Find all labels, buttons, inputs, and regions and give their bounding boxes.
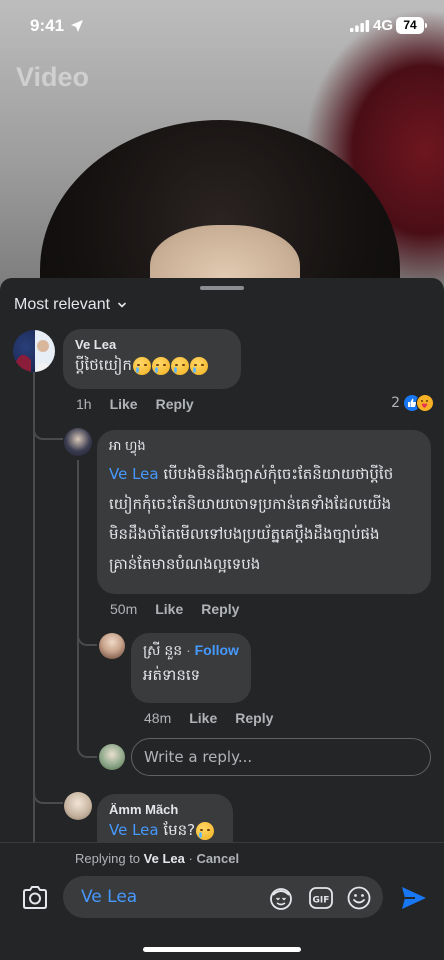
signal-bars-icon (350, 20, 370, 32)
avatar-sticker-icon[interactable] (268, 885, 294, 911)
reaction-count: 2 (391, 395, 400, 411)
comment-text-body: មែន? (158, 821, 196, 839)
thread-connector (33, 398, 63, 440)
comment-time: 50m (110, 601, 138, 617)
gif-icon[interactable]: GIF (308, 885, 334, 911)
avatar[interactable] (13, 330, 55, 372)
replying-to-name: Ve Lea (143, 851, 185, 866)
comment-input[interactable]: Ve Lea (63, 876, 383, 918)
emoji-icon[interactable] (346, 885, 372, 911)
reply-input-placeholder: Write a reply... (144, 748, 253, 766)
video-label: Video (16, 62, 90, 92)
crying-emoji (196, 821, 215, 840)
comment-bubble[interactable]: អា ហ្វុង Ve Lea បើបងមិនដឹងច្បាស់កុំចេះតែ… (97, 430, 431, 594)
comment-author[interactable]: Ve Lea (75, 337, 229, 352)
home-indicator (143, 947, 301, 952)
sheet-drag-handle[interactable] (200, 286, 244, 290)
crying-emoji (132, 356, 151, 375)
status-bar: 9:41 4G 74 (0, 0, 444, 52)
avatar[interactable] (99, 633, 125, 659)
thread-connector (77, 618, 97, 646)
like-button[interactable]: Like (155, 601, 183, 617)
comment-author[interactable]: Ämm Mãch (109, 802, 221, 817)
mention-link[interactable]: Ve Lea (109, 821, 159, 839)
comment-time: 48m (144, 710, 172, 726)
comment-meta: 1h Like Reply (76, 396, 212, 412)
crying-emoji (189, 356, 208, 375)
comment-author-name[interactable]: ស្រី នួន (143, 642, 182, 658)
status-time: 9:41 (30, 16, 65, 35)
reply-button[interactable]: Reply (201, 601, 239, 617)
svg-text:GIF: GIF (313, 896, 330, 906)
avatar (99, 744, 125, 770)
avatar[interactable] (64, 428, 92, 456)
sort-label: Most relevant (14, 296, 111, 313)
reply-input[interactable]: Write a reply... (131, 738, 431, 776)
comment-meta: 48m Like Reply (144, 710, 291, 726)
cancel-reply-button[interactable]: Cancel (196, 851, 239, 866)
comment-text: Ve Lea មែន? (109, 821, 215, 840)
like-button[interactable]: Like (189, 710, 217, 726)
chevron-down-icon (118, 302, 126, 308)
follow-button[interactable]: Follow (195, 642, 239, 658)
comment-line: យៀកកុំចេះតែនិយាយចោទប្រកាន់គេទាំងដែលយើង (109, 495, 392, 513)
comment-text: អត់ទានទេ (143, 666, 201, 684)
thread-connector (33, 776, 63, 804)
crying-emoji (170, 356, 189, 375)
comment-bubble[interactable]: Ve Lea ប្ដីថៃយៀក (63, 329, 241, 389)
network-label: 4G (373, 17, 394, 34)
sort-dropdown[interactable]: Most relevant (14, 296, 127, 314)
replying-to-banner: Replying to Ve Lea · Cancel (75, 851, 240, 866)
comment-meta: 50m Like Reply (110, 601, 257, 617)
comment-time: 1h (76, 396, 92, 412)
care-reaction-icon (416, 394, 434, 412)
avatar-photo (15, 330, 55, 372)
comment-author: ស្រី នួន · Follow (143, 642, 239, 658)
comment-line: បើបងមិនដឹងច្បាស់កុំចេះតែនិយាយថាប្តីថៃ (158, 465, 394, 483)
reaction-summary[interactable]: 2 (391, 394, 434, 412)
comment-text-body: ប្ដីថៃយៀក (75, 356, 132, 374)
thread-connector (77, 726, 97, 758)
comment-bubble[interactable]: ស្រី នួន · Follow អត់ទានទេ (131, 633, 251, 703)
location-arrow-icon (71, 20, 83, 32)
reply-button[interactable]: Reply (156, 396, 194, 412)
mention-link[interactable]: Ve Lea (109, 465, 159, 483)
avatar[interactable] (64, 792, 92, 820)
comment-author[interactable]: អា ហ្វុង (109, 438, 419, 457)
send-icon[interactable] (400, 885, 428, 911)
comment-text: ប្ដីថៃយៀក (75, 356, 208, 375)
camera-icon[interactable] (20, 883, 50, 913)
thread-line-nested (77, 460, 79, 750)
comment-line: មិនដឹងចាំតែមើលទៅបងប្រយ័ត្នគេប្តឹងដឹងច្បា… (109, 525, 380, 543)
like-button[interactable]: Like (110, 396, 138, 412)
comment-input-value: Ve Lea (81, 887, 138, 907)
crying-emoji (151, 356, 170, 375)
comment-composer: Replying to Ve Lea · Cancel Ve Lea GIF (0, 842, 444, 960)
battery-indicator: 74 (396, 17, 427, 34)
comment-line: គ្រាន់តែមានបំណងល្អទេបង (109, 555, 261, 573)
comment-text: Ve Lea បើបងមិនដឹងច្បាស់កុំចេះតែនិយាយថាប្… (109, 459, 419, 579)
replying-prefix: Replying to (75, 851, 144, 866)
reply-button[interactable]: Reply (235, 710, 273, 726)
